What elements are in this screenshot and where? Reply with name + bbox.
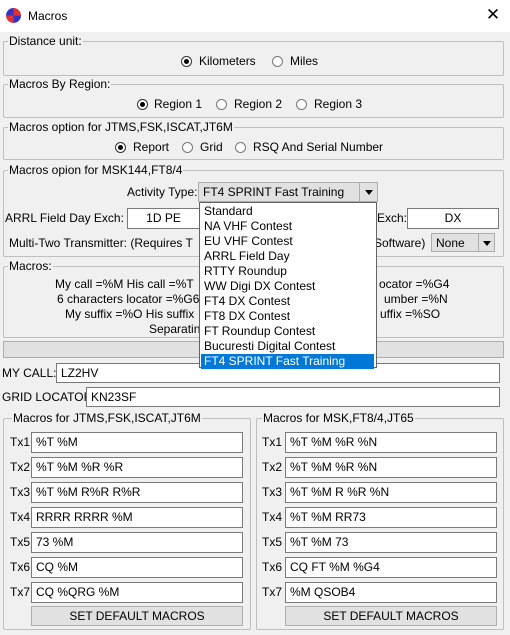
macros-info-line1-end: ocator =%G4 [379,277,450,291]
dropdown-option[interactable]: FT Roundup Contest [201,324,374,339]
macros-info-line4: Separatin [149,322,201,336]
software-label: Software) [374,236,426,250]
macros-info-line3-end: uffix =%SO [380,307,441,321]
activity-type-select[interactable]: FT4 SPRINT Fast Training [198,182,378,202]
window-title: Macros [28,9,68,23]
tx-macro-field[interactable]: RRRR RRRR %M [31,507,243,528]
radio-report[interactable] [115,142,126,153]
tx-macro-field[interactable]: CQ %QRG %M [31,582,243,603]
dropdown-option[interactable]: FT4 DX Contest [201,294,374,309]
dropdown-option[interactable]: ARRL Field Day [201,249,374,264]
radio-region-3[interactable] [296,99,307,110]
tx-label: Tx2 [10,460,31,474]
tx-label: Tx1 [10,435,31,449]
dropdown-option[interactable]: Bucuresti Digital Contest [201,339,374,354]
exchange-field[interactable]: DX [407,208,499,229]
my-call-label: MY CALL: [2,366,57,380]
close-icon[interactable]: ✕ [484,5,502,25]
dropdown-option[interactable]: NA VHF Contest [201,219,374,234]
tx-macro-field[interactable]: CQ FT %M %G4 [285,557,497,578]
macros-info-line3: My suffix =%O His suffix [65,307,195,321]
tx-label: Tx6 [10,560,31,574]
exch-label: Exch: [377,211,408,225]
tx-macro-field[interactable]: %T %M R%R R%R [31,482,243,503]
distance-group-label: Distance unit: [8,34,83,48]
tx-macro-field[interactable]: 73 %M [31,532,243,553]
tx-macro-field[interactable]: %M QSOB4 [285,582,497,603]
tx-label: Tx3 [262,485,283,499]
dropdown-option[interactable]: WW Digi DX Contest [201,279,374,294]
radio-region-1[interactable] [137,99,148,110]
grid-locator-label: GRID LOCATOR: [2,390,96,404]
activity-type-label: Activity Type: [127,185,198,199]
region-2-label[interactable]: Region 2 [234,97,282,111]
region-3-label[interactable]: Region 3 [314,97,362,111]
activity-type-dropdown[interactable]: Standard NA VHF Contest EU VHF Contest ARRL… [199,202,377,369]
msk-group-label: Macros opion for MSK144,FT8/4 [8,163,184,177]
tx-label: Tx4 [262,510,283,524]
tx-macro-field[interactable]: %T %M %R %N [285,432,497,453]
grid-locator-field[interactable]: KN23SF [86,387,500,407]
multi-two-select[interactable]: None [431,233,495,252]
radio-region-2[interactable] [216,99,227,110]
multi-two-label: Multi-Two Transmitter: (Requires T [9,236,193,250]
report-label[interactable]: Report [133,140,169,154]
right-set-default-button[interactable]: SET DEFAULT MACROS [285,606,497,626]
tx-macro-field[interactable]: %T %M R %R %N [285,482,497,503]
radio-kilometers[interactable] [181,56,192,67]
title-bar [0,0,510,32]
activity-type-value: FT4 SPRINT Fast Training [203,185,345,199]
tx-macro-field[interactable]: %T %M RR73 [285,507,497,528]
app-icon [6,8,21,23]
dropdown-option[interactable]: Standard [201,204,374,219]
dropdown-option[interactable]: RTTY Roundup [201,264,374,279]
right-macros-label: Macros for MSK,FT8/4,JT65 [262,411,415,425]
macros-info-label: Macros: [8,259,53,273]
rsq-serial-label[interactable]: RSQ And Serial Number [253,140,383,154]
grid-option-label[interactable]: Grid [200,140,223,154]
tx-label: Tx5 [10,535,31,549]
radio-miles[interactable] [272,56,283,67]
dropdown-option[interactable]: FT4 SPRINT Fast Training [201,354,374,369]
tx-label: Tx7 [10,585,31,599]
tx-macro-field[interactable]: %T %M [31,432,243,453]
tx-label: Tx7 [262,585,283,599]
tx-label: Tx3 [10,485,31,499]
tx-label: Tx4 [10,510,31,524]
arrl-label: ARRL Field Day Exch: [5,211,124,225]
left-macros-label: Macros for JTMS,FSK,ISCAT,JT6M [12,411,202,425]
tx-label: Tx5 [262,535,283,549]
macros-info-line1: My call =%M His call =%T [55,277,194,291]
tx-macro-field[interactable]: CQ %M [31,557,243,578]
tx-macro-field[interactable]: %T %M %R %R [31,457,243,478]
tx-label: Tx2 [262,460,283,474]
kilometers-label[interactable]: Kilometers [199,54,256,68]
macros-info-line2: 6 characters locator =%G6 [57,292,200,306]
dropdown-option[interactable]: EU VHF Contest [201,234,374,249]
region-1-label[interactable]: Region 1 [154,97,202,111]
radio-grid[interactable] [182,142,193,153]
miles-label[interactable]: Miles [290,54,318,68]
dropdown-option[interactable]: FT8 DX Contest [201,309,374,324]
region-group-label: Macros By Region: [8,77,112,91]
tx-label: Tx1 [262,435,283,449]
tx-macro-field[interactable]: %T %M %R %N [285,457,497,478]
macros-info-line2-end: umber =%N [384,292,448,306]
multi-two-value: None [436,236,465,250]
arrl-exchange-field[interactable]: 1D PE [127,208,200,229]
tx-label: Tx6 [262,560,283,574]
select-divider [359,183,360,201]
chevron-down-icon [483,241,491,246]
left-set-default-button[interactable]: SET DEFAULT MACROS [31,606,243,626]
radio-rsq-serial[interactable] [235,142,246,153]
select-divider [478,234,479,251]
tx-macro-field[interactable]: %T %M 73 [285,532,497,553]
jtms-group-label: Macros option for JTMS,FSK,ISCAT,JT6M [8,120,234,134]
chevron-down-icon [365,190,373,195]
